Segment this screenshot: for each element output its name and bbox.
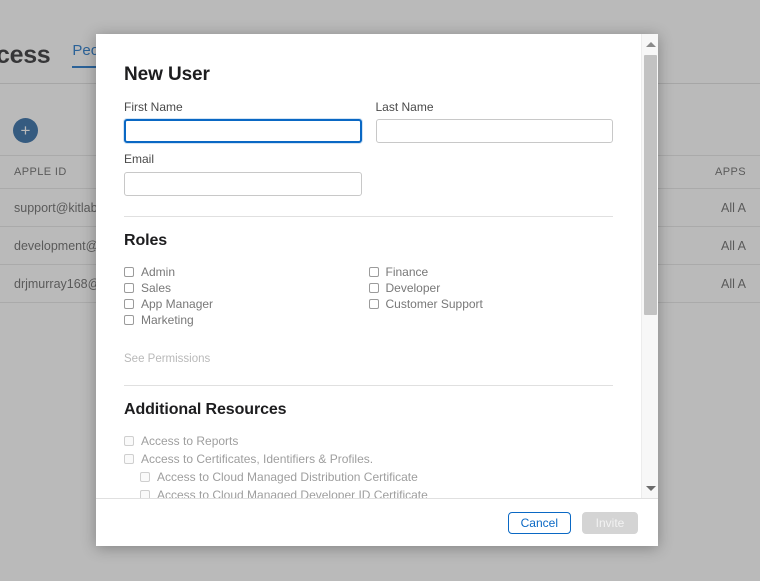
role-label: Customer Support [385, 296, 483, 311]
checkbox-icon[interactable] [368, 266, 379, 277]
role-checkbox-finance[interactable]: Finance [368, 264, 614, 280]
role-label: Developer [385, 280, 441, 295]
checkbox-icon[interactable] [368, 282, 379, 293]
dialog-title: New User [124, 64, 210, 85]
email-input[interactable] [124, 171, 362, 196]
checkbox-icon[interactable] [368, 298, 379, 309]
checkbox-icon[interactable] [124, 453, 134, 464]
resource-checkbox-cloud-managed-distribution-certificate[interactable]: Access to Cloud Managed Distribution Cer… [124, 469, 613, 485]
email-label: Email [124, 152, 155, 167]
checkbox-icon[interactable] [140, 471, 150, 482]
email-field-group: Email [124, 152, 362, 196]
resource-checkbox-cloud-managed-developer-id-certificate[interactable]: Access to Cloud Managed Developer ID Cer… [124, 487, 613, 498]
invite-button: Invite [582, 511, 638, 534]
first-name-input[interactable] [124, 119, 362, 144]
scroll-up-button[interactable] [642, 36, 658, 52]
dialog-scrollbar[interactable] [641, 34, 658, 498]
checkbox-icon[interactable] [124, 298, 134, 309]
role-checkbox-app-manager[interactable]: App Manager [124, 296, 369, 312]
first-name-field-group: First Name [124, 100, 362, 144]
scrollbar-thumb[interactable] [644, 55, 657, 315]
roles-heading: Roles [124, 231, 168, 249]
section-divider [124, 215, 613, 217]
cancel-button[interactable]: Cancel [507, 511, 571, 534]
role-checkbox-developer[interactable]: Developer [368, 280, 614, 296]
checkbox-icon[interactable] [124, 314, 134, 325]
chevron-down-icon [645, 485, 656, 491]
role-label: Sales [141, 280, 172, 295]
role-label: Finance [385, 264, 429, 279]
additional-resources-list: Access to Reports Access to Certificates… [124, 433, 613, 498]
first-name-label: First Name [124, 100, 183, 114]
see-permissions-link[interactable]: See Permissions [124, 353, 613, 365]
dialog-footer: Cancel Invite [96, 498, 658, 546]
role-label: Admin [141, 264, 176, 279]
resource-label: Access to Certificates, Identifiers & Pr… [141, 451, 374, 466]
section-divider [124, 384, 613, 386]
roles-column-left: Admin Sales App Manager Marketing [124, 264, 369, 328]
scroll-down-button[interactable] [642, 480, 658, 496]
role-checkbox-admin[interactable]: Admin [124, 264, 369, 280]
role-checkbox-marketing[interactable]: Marketing [124, 312, 369, 328]
new-user-dialog: New User First Name Last Name Email Role… [96, 34, 658, 546]
role-checkbox-customer-support[interactable]: Customer Support [368, 296, 614, 312]
resource-checkbox-access-to-reports[interactable]: Access to Reports [124, 433, 613, 449]
role-checkbox-sales[interactable]: Sales [124, 280, 369, 296]
name-field-row: First Name Last Name [124, 100, 613, 144]
role-label: Marketing [141, 312, 194, 327]
chevron-up-icon [645, 41, 656, 47]
resource-label: Access to Cloud Managed Distribution Cer… [157, 469, 418, 484]
last-name-input[interactable] [375, 119, 613, 144]
resource-label: Access to Cloud Managed Developer ID Cer… [157, 487, 428, 498]
last-name-label: Last Name [375, 100, 434, 114]
role-label: App Manager [141, 296, 214, 311]
checkbox-icon[interactable] [124, 282, 134, 293]
last-name-field-group: Last Name [375, 100, 613, 144]
dialog-scroll-area: New User First Name Last Name Email Role… [96, 34, 658, 498]
additional-resources-heading: Additional Resources [124, 400, 287, 418]
checkbox-icon[interactable] [124, 266, 134, 277]
roles-column-right: Finance Developer Customer Support [368, 264, 614, 328]
resource-label: Access to Reports [141, 433, 239, 448]
roles-grid: Admin Sales App Manager Marketing Financ… [124, 264, 613, 328]
checkbox-icon[interactable] [140, 489, 150, 498]
checkbox-icon[interactable] [124, 435, 134, 446]
resource-checkbox-certificates-identifiers-profiles[interactable]: Access to Certificates, Identifiers & Pr… [124, 451, 613, 467]
